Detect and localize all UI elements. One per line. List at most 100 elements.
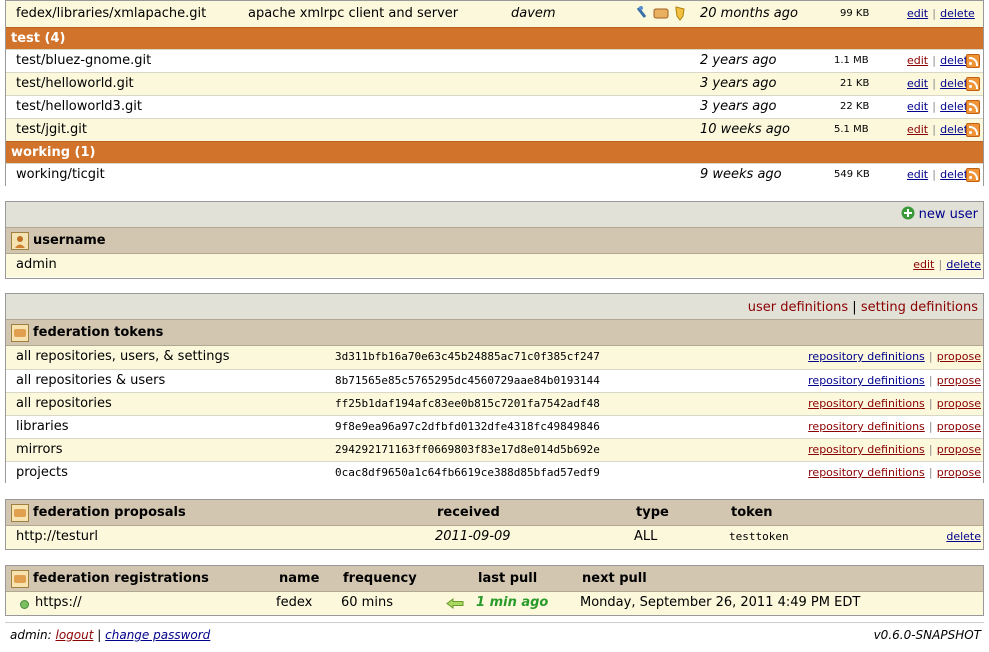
pull-arrow-icon bbox=[446, 598, 464, 613]
repo-name[interactable]: fedex/libraries/xmlapache.git bbox=[16, 1, 206, 27]
token-row[interactable]: libraries 9f8e9ea96a97c2dfbfd0132dfe4318… bbox=[6, 415, 983, 438]
edit-link[interactable]: edit bbox=[907, 77, 928, 90]
federation-proposals-table: federation proposals received type token… bbox=[5, 499, 984, 550]
registration-url[interactable]: https:// bbox=[35, 592, 82, 614]
rss-feed-icon[interactable] bbox=[966, 123, 980, 137]
repo-age: 10 weeks ago bbox=[700, 122, 790, 137]
users-table: new user username admin edit | delete bbox=[5, 201, 984, 279]
name-column: name bbox=[279, 571, 320, 586]
token-row[interactable]: all repositories, users, & settings 3d31… bbox=[6, 346, 983, 369]
repo-row[interactable]: test/jgit.git 10 weeks ago 5.1 MB edit |… bbox=[6, 118, 983, 141]
repo-size: 22 KB bbox=[840, 101, 870, 112]
separator: | bbox=[928, 420, 933, 433]
users-header: username bbox=[6, 228, 983, 254]
separator: | bbox=[938, 258, 943, 271]
add-icon bbox=[901, 206, 914, 220]
separator: | bbox=[932, 123, 936, 136]
footer-divider bbox=[5, 622, 984, 623]
separator: | bbox=[928, 350, 933, 363]
delete-link[interactable]: delete bbox=[946, 526, 981, 548]
proposal-row[interactable]: http://testurl 2011-09-09 ALL testtoken … bbox=[6, 526, 983, 549]
edit-link[interactable]: edit bbox=[907, 123, 928, 136]
token-actions: repository definitions | propose bbox=[808, 370, 981, 392]
edit-link[interactable]: edit bbox=[907, 168, 928, 181]
repo-row[interactable]: test/helloworld.git 3 years ago 21 KB ed… bbox=[6, 72, 983, 95]
frequency-column: frequency bbox=[343, 571, 417, 586]
tokens-title: federation tokens bbox=[33, 325, 164, 340]
user-actions: edit | delete bbox=[913, 254, 981, 276]
propose-link[interactable]: propose bbox=[937, 374, 981, 387]
repo-row[interactable]: test/helloworld3.git 3 years ago 22 KB e… bbox=[6, 95, 983, 118]
repo-access-icons bbox=[636, 5, 688, 21]
change-password-link[interactable]: change password bbox=[105, 628, 210, 642]
registrations-header: federation registrations name frequency … bbox=[6, 566, 983, 592]
repo-name[interactable]: test/jgit.git bbox=[16, 119, 87, 141]
repo-size: 21 KB bbox=[840, 78, 870, 89]
repo-actions: edit | delete bbox=[907, 164, 975, 186]
repo-row[interactable]: test/bluez-gnome.git 2 years ago 1.1 MB … bbox=[6, 49, 983, 72]
edit-link[interactable]: edit bbox=[907, 7, 928, 20]
rss-feed-icon[interactable] bbox=[966, 54, 980, 68]
repo-name[interactable]: working/ticgit bbox=[16, 164, 105, 186]
repository-definitions-link[interactable]: repository definitions bbox=[808, 420, 925, 433]
separator: | bbox=[928, 374, 933, 387]
proposal-received: 2011-09-09 bbox=[435, 529, 511, 544]
propose-link[interactable]: propose bbox=[937, 443, 981, 456]
repo-name[interactable]: test/helloworld.git bbox=[16, 73, 134, 95]
repo-row[interactable]: working/ticgit 9 weeks ago 549 KB edit |… bbox=[6, 163, 983, 186]
repo-age: 9 weeks ago bbox=[700, 167, 782, 182]
propose-link[interactable]: propose bbox=[937, 350, 981, 363]
tokens-toolbar: user definitions | setting definitions bbox=[6, 294, 983, 320]
federation-icon bbox=[11, 504, 29, 522]
user-row[interactable]: admin edit | delete bbox=[6, 254, 983, 277]
repository-definitions-link[interactable]: repository definitions bbox=[808, 443, 925, 456]
token-actions: repository definitions | propose bbox=[808, 439, 981, 461]
token-name: mirrors bbox=[16, 442, 63, 457]
token-row[interactable]: all repositories ff25b1daf194afc83ee0b81… bbox=[6, 392, 983, 415]
repo-row[interactable]: fedex/libraries/xmlapache.git apache xml… bbox=[6, 1, 983, 27]
rss-feed-icon[interactable] bbox=[966, 168, 980, 182]
repository-definitions-link[interactable]: repository definitions bbox=[808, 397, 925, 410]
edit-link[interactable]: edit bbox=[907, 54, 928, 67]
repo-access-icon bbox=[636, 6, 685, 21]
type-column: type bbox=[636, 505, 669, 520]
propose-link[interactable]: propose bbox=[937, 420, 981, 433]
proposal-url[interactable]: http://testurl bbox=[16, 526, 98, 548]
repository-definitions-link[interactable]: repository definitions bbox=[808, 350, 925, 363]
repo-owner: davem bbox=[511, 6, 556, 21]
token-row[interactable]: projects 0cac8df9650a1c64fb6619ce388d85b… bbox=[6, 461, 983, 484]
new-user-button[interactable]: new user bbox=[901, 206, 978, 222]
token-actions: repository definitions | propose bbox=[808, 416, 981, 438]
proposal-type: ALL bbox=[634, 529, 658, 544]
federation-icon bbox=[11, 570, 29, 588]
delete-link[interactable]: delete bbox=[946, 258, 981, 271]
proposals-title: federation proposals bbox=[33, 505, 186, 520]
user-definitions-link[interactable]: user definitions bbox=[748, 300, 848, 315]
token-row[interactable]: mirrors 294292171163ff0669803f83e17d8e01… bbox=[6, 438, 983, 461]
separator: | bbox=[932, 100, 936, 113]
rss-feed-icon[interactable] bbox=[966, 77, 980, 91]
setting-definitions-link[interactable]: setting definitions bbox=[861, 300, 978, 315]
delete-link[interactable]: delete bbox=[940, 7, 975, 20]
registration-row[interactable]: https:// fedex 60 mins 1 min ago Monday,… bbox=[6, 592, 983, 615]
separator: | bbox=[932, 168, 936, 181]
repo-name[interactable]: test/bluez-gnome.git bbox=[16, 50, 151, 72]
repository-definitions-link[interactable]: repository definitions bbox=[808, 374, 925, 387]
edit-link[interactable]: edit bbox=[913, 258, 934, 271]
propose-link[interactable]: propose bbox=[937, 466, 981, 479]
token-row[interactable]: all repositories & users 8b71565e85c5765… bbox=[6, 369, 983, 392]
edit-link[interactable]: edit bbox=[907, 100, 928, 113]
token-name: all repositories & users bbox=[16, 373, 166, 388]
rss-feed-icon[interactable] bbox=[966, 100, 980, 114]
user-name[interactable]: admin bbox=[16, 254, 57, 276]
registration-next-pull: Monday, September 26, 2011 4:49 PM EDT bbox=[580, 595, 861, 610]
group-header: working (1) bbox=[6, 141, 983, 163]
tokens-header: federation tokens bbox=[6, 320, 983, 346]
logout-link[interactable]: logout bbox=[55, 628, 93, 642]
token-value: 0cac8df9650a1c64fb6619ce388d85bfad57edf9 bbox=[335, 466, 600, 479]
repo-name[interactable]: test/helloworld3.git bbox=[16, 96, 142, 118]
repository-definitions-link[interactable]: repository definitions bbox=[808, 466, 925, 479]
propose-link[interactable]: propose bbox=[937, 397, 981, 410]
repo-age: 20 months ago bbox=[700, 6, 798, 21]
registration-frequency: 60 mins bbox=[341, 595, 393, 610]
